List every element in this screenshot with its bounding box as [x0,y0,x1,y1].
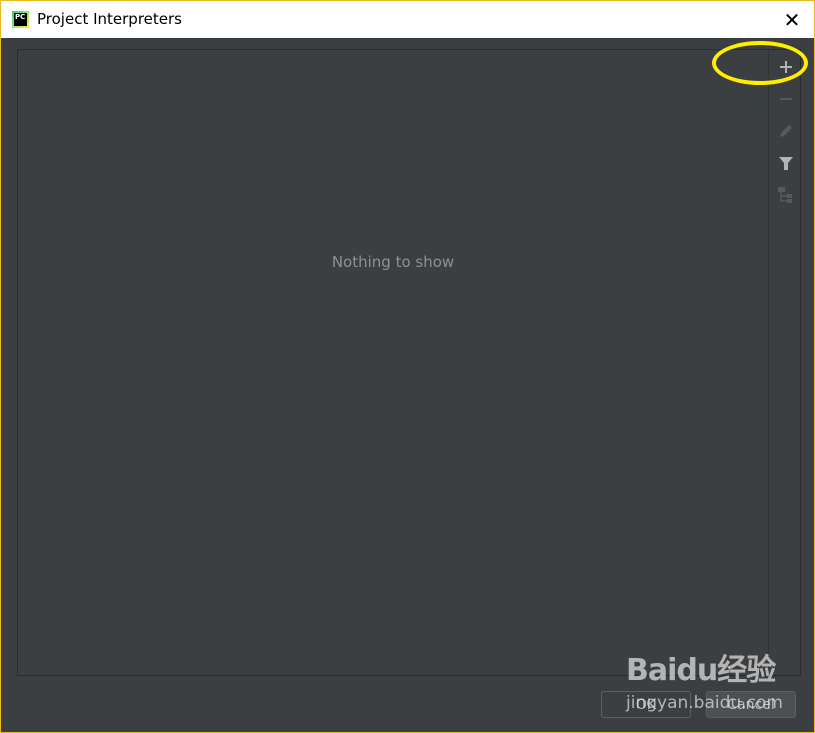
filter-icon [779,157,793,170]
minus-icon [780,98,792,100]
annotation-highlight-ellipse [712,41,808,85]
dialog-title: Project Interpreters [37,10,182,28]
ok-button[interactable]: OK [601,691,691,718]
filter-button[interactable] [776,153,796,173]
list-toolbar [768,50,801,675]
title-bar: PC Project Interpreters ✕ [1,1,814,38]
pycharm-logo-icon: PC [12,11,29,28]
project-interpreters-dialog: PC Project Interpreters ✕ Nothing to sho… [0,0,815,733]
pencil-icon [780,125,792,137]
remove-interpreter-button[interactable] [776,89,796,109]
interpreter-list[interactable]: Nothing to show [17,49,801,676]
edit-interpreter-button[interactable] [776,121,796,141]
empty-state-text: Nothing to show [331,253,455,271]
cancel-button[interactable]: Cancel [706,691,796,718]
show-paths-button[interactable] [776,185,796,205]
tree-icon [778,187,792,203]
close-button[interactable]: ✕ [770,1,814,38]
